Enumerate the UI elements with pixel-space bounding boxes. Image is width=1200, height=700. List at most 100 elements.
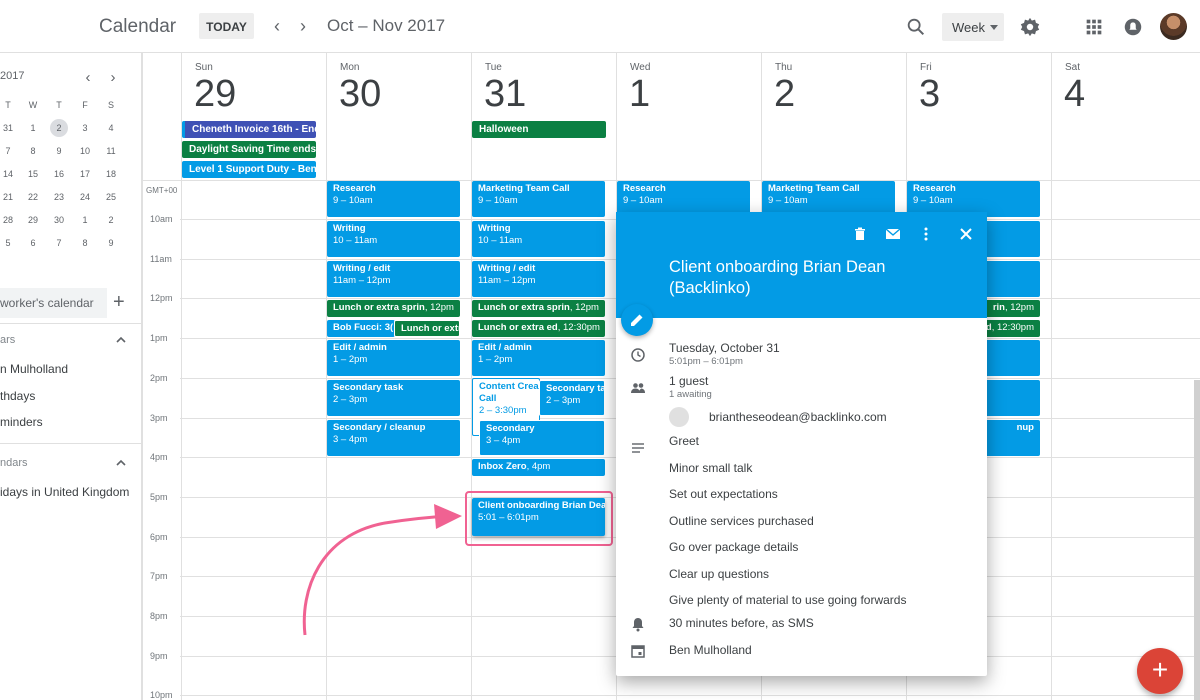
- other-calendars-heading[interactable]: ndars: [0, 457, 28, 469]
- mini-next-icon[interactable]: ›: [103, 66, 123, 90]
- chevron-up-icon[interactable]: [115, 457, 127, 469]
- allday-event[interactable]: Cheneth Invoice 16th - End: [182, 121, 316, 138]
- chevron-left-icon[interactable]: ‹: [267, 14, 287, 38]
- event-time: 12:30pm: [563, 322, 600, 333]
- mini-day[interactable]: 30: [48, 210, 70, 230]
- mini-day[interactable]: 14: [0, 164, 19, 184]
- event[interactable]: Bob Fucci: 3(: [327, 320, 395, 337]
- event-title: Lunch or extra ed: [478, 322, 558, 333]
- mini-day[interactable]: 9: [48, 141, 70, 161]
- mini-day[interactable]: 16: [48, 164, 70, 184]
- mini-day[interactable]: 5: [0, 233, 19, 253]
- more-options-icon[interactable]: [918, 226, 934, 242]
- mini-day[interactable]: 3: [74, 118, 96, 138]
- event[interactable]: Lunch or extra sprin, 12pm: [472, 300, 605, 317]
- event[interactable]: Marketing Team Call 9 – 10am: [472, 181, 605, 217]
- calendar-item[interactable]: thdays: [0, 389, 35, 403]
- edit-button[interactable]: [621, 304, 653, 336]
- mini-day[interactable]: 10: [74, 141, 96, 161]
- allday-event[interactable]: Halloween: [472, 121, 606, 138]
- event[interactable]: Secondary tas 2 – 3pm: [539, 380, 605, 416]
- mini-day[interactable]: 1: [74, 210, 96, 230]
- scrollbar[interactable]: [1194, 380, 1200, 700]
- view-selector[interactable]: Week: [942, 13, 1004, 41]
- mini-day[interactable]: 29: [22, 210, 44, 230]
- mini-day[interactable]: 28: [0, 210, 19, 230]
- mini-prev-icon[interactable]: ‹: [78, 66, 98, 90]
- chevron-right-icon[interactable]: ›: [293, 14, 313, 38]
- allday-event[interactable]: Daylight Saving Time ends: [182, 141, 316, 158]
- event-time: 2 – 3pm: [333, 394, 368, 405]
- day-number[interactable]: 29: [194, 73, 236, 116]
- my-calendars-heading[interactable]: ars: [0, 334, 15, 346]
- event[interactable]: Writing 10 – 11am: [327, 221, 460, 257]
- event[interactable]: Writing / edit 11am – 12pm: [472, 261, 605, 297]
- mini-day[interactable]: 4: [100, 118, 122, 138]
- day-number[interactable]: 3: [919, 73, 940, 116]
- close-icon[interactable]: [958, 226, 974, 242]
- event[interactable]: Secondary task 2 – 3pm: [327, 380, 460, 416]
- mini-day[interactable]: 21: [0, 187, 19, 207]
- mini-day[interactable]: 9: [100, 233, 122, 253]
- search-people-input[interactable]: worker's calendar: [0, 288, 107, 318]
- mini-day[interactable]: 2: [50, 119, 68, 137]
- calendar-item[interactable]: n Mulholland: [0, 362, 68, 376]
- mini-day[interactable]: 31: [0, 118, 19, 138]
- mini-day[interactable]: 11: [100, 141, 122, 161]
- mini-day[interactable]: 18: [100, 164, 122, 184]
- gear-icon[interactable]: [1019, 16, 1041, 38]
- apps-grid-icon[interactable]: [1083, 16, 1105, 38]
- calendar-item[interactable]: idays in United Kingdom: [0, 485, 129, 499]
- mini-day[interactable]: 22: [22, 187, 44, 207]
- mini-day[interactable]: 23: [48, 187, 70, 207]
- event[interactable]: Secondary / cleanup 3 – 4pm: [327, 420, 460, 456]
- avatar[interactable]: [1160, 13, 1187, 40]
- hour-label: 12pm: [150, 293, 173, 303]
- mini-day[interactable]: 8: [74, 233, 96, 253]
- today-button[interactable]: TODAY: [199, 13, 254, 39]
- day-number[interactable]: 31: [484, 73, 526, 116]
- event[interactable]: Inbox Zero, 4pm: [472, 459, 605, 476]
- day-number[interactable]: 1: [629, 73, 650, 116]
- day-number[interactable]: 4: [1064, 73, 1085, 116]
- event[interactable]: Lunch or extra sprin, 12pm: [327, 300, 460, 317]
- view-label: Week: [952, 20, 985, 35]
- event[interactable]: Research 9 – 10am: [327, 181, 460, 217]
- event[interactable]: Edit / admin 1 – 2pm: [327, 340, 460, 376]
- event[interactable]: Edit / admin 1 – 2pm: [472, 340, 605, 376]
- day-number[interactable]: 30: [339, 73, 381, 116]
- mini-calendar-title: 2017: [0, 70, 25, 82]
- event[interactable]: Writing 10 – 11am: [472, 221, 605, 257]
- chevron-up-icon[interactable]: [115, 334, 127, 346]
- event-time: 11am – 12pm: [333, 275, 391, 286]
- event[interactable]: Secondary 3 – 4pm: [479, 420, 605, 456]
- event-title: rin: [992, 302, 1005, 313]
- mini-day[interactable]: 8: [22, 141, 44, 161]
- trash-icon[interactable]: [852, 226, 868, 242]
- mini-day[interactable]: 7: [48, 233, 70, 253]
- mini-day[interactable]: 6: [22, 233, 44, 253]
- mini-day[interactable]: 25: [100, 187, 122, 207]
- create-event-button[interactable]: +: [1137, 648, 1183, 694]
- mini-day[interactable]: 1: [22, 118, 44, 138]
- event[interactable]: Lunch or extra ed, 12:30pm: [472, 320, 605, 337]
- description-icon: [632, 443, 644, 453]
- event[interactable]: Lunch or extr: [394, 320, 460, 337]
- event[interactable]: Writing / edit 11am – 12pm: [327, 261, 460, 297]
- mini-day[interactable]: 24: [74, 187, 96, 207]
- mini-day[interactable]: 17: [74, 164, 96, 184]
- mini-day[interactable]: 15: [22, 164, 44, 184]
- event-title: Lunch or extr: [401, 323, 460, 334]
- email-icon[interactable]: [885, 226, 901, 242]
- search-icon[interactable]: [905, 16, 927, 38]
- notifications-icon[interactable]: [1122, 16, 1144, 38]
- calendar-owner: Ben Mulholland: [669, 643, 752, 657]
- guest-email[interactable]: briantheseodean@backlinko.com: [709, 410, 887, 424]
- day-number[interactable]: 2: [774, 73, 795, 116]
- add-calendar-icon[interactable]: +: [113, 291, 125, 314]
- event-title: Bob Fucci: 3(: [333, 322, 394, 333]
- mini-day[interactable]: 2: [100, 210, 122, 230]
- mini-day[interactable]: 7: [0, 141, 19, 161]
- allday-event[interactable]: Level 1 Support Duty - Ben: [182, 161, 316, 178]
- calendar-item[interactable]: minders: [0, 415, 43, 429]
